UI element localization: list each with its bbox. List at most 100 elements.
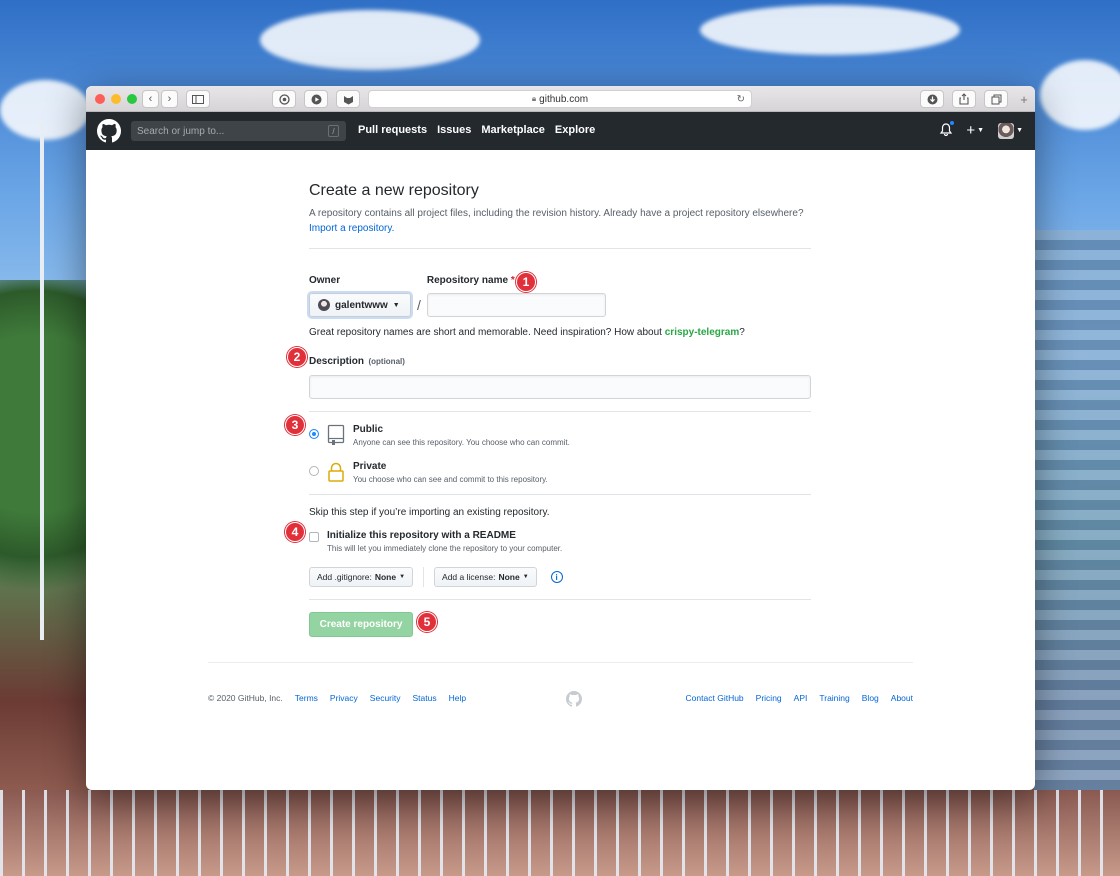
sidebar-icon: [192, 94, 204, 104]
owner-value: galentwww: [335, 299, 388, 311]
github-mark-icon[interactable]: [566, 691, 582, 707]
step-badge-1: 1: [516, 272, 536, 292]
share-button[interactable]: [952, 90, 976, 108]
gitignore-select[interactable]: Add .gitignore: None ▼: [309, 567, 414, 587]
name-suggestion-link[interactable]: crispy-telegram: [665, 327, 739, 338]
footer-link-terms[interactable]: Terms: [295, 693, 318, 703]
media-button[interactable]: [304, 90, 328, 108]
notifications-button[interactable]: [940, 119, 956, 139]
nav-pull-requests[interactable]: Pull requests: [358, 124, 427, 136]
footer-link-pricing[interactable]: Pricing: [756, 693, 782, 703]
shield-icon: [278, 93, 290, 105]
header-nav: Pull requests Issues Marketplace Explore: [358, 124, 595, 136]
global-search-input[interactable]: [131, 121, 346, 141]
gitignore-label: Add .gitignore:: [317, 572, 372, 582]
tabs-overview-button[interactable]: [984, 90, 1008, 108]
hint-text: Great repository names are short and mem…: [309, 327, 662, 338]
page-description: A repository contains all project files,…: [309, 206, 811, 236]
skip-step-text: Skip this step if you’re importing an ex…: [309, 507, 550, 518]
info-icon[interactable]: i: [550, 571, 563, 583]
optional-tag: (optional): [368, 357, 405, 366]
vertical-divider: [423, 567, 425, 587]
footer-link-security[interactable]: Security: [370, 693, 401, 703]
downloads-button[interactable]: [920, 90, 944, 108]
description-input[interactable]: [309, 375, 811, 399]
import-repository-link[interactable]: Import a repository.: [309, 223, 394, 234]
footer-link-blog[interactable]: Blog: [862, 693, 879, 703]
visibility-public-option[interactable]: Public Anyone can see this repository. Y…: [309, 424, 811, 447]
extension-button[interactable]: [336, 90, 360, 108]
lock-icon: 🔒︎: [531, 94, 537, 103]
caret-down-icon: ▼: [977, 127, 985, 134]
caret-down-icon: ▼: [522, 574, 529, 580]
description-label: Description: [309, 356, 365, 367]
close-window-button[interactable]: [95, 94, 105, 104]
github-logo-icon[interactable]: [97, 119, 121, 143]
footer-link-help[interactable]: Help: [449, 693, 466, 703]
back-button[interactable]: ‹: [142, 90, 159, 108]
page-footer: © 2020 GitHub, Inc. Terms Privacy Securi…: [208, 662, 913, 707]
nav-explore[interactable]: Explore: [555, 124, 595, 136]
plus-icon: +: [1020, 91, 1028, 107]
zoom-window-button[interactable]: [127, 94, 137, 104]
download-icon: [927, 94, 937, 104]
play-icon: [311, 94, 321, 104]
private-description: You choose who can see and commit to thi…: [353, 475, 548, 484]
search-shortcut-hint: /: [328, 125, 339, 137]
create-repository-button[interactable]: Create repository: [309, 612, 413, 637]
reload-icon[interactable]: ↻: [737, 94, 745, 105]
create-new-menu[interactable]: + ▼: [966, 122, 984, 139]
forward-button[interactable]: ›: [161, 90, 178, 108]
readme-option[interactable]: Initialize this repository with a README…: [309, 530, 811, 553]
private-title: Private: [353, 461, 387, 472]
private-option-text: Private You choose who can see and commi…: [353, 461, 548, 484]
wallpaper-cloud: [260, 10, 480, 70]
wallpaper-cloud: [700, 5, 960, 55]
wallpaper-cloud: [1040, 60, 1120, 130]
new-repo-form: Create a new repository A repository con…: [309, 182, 811, 637]
footer-link-status[interactable]: Status: [413, 693, 437, 703]
user-menu[interactable]: ▼: [998, 122, 1023, 139]
browser-toolbar: ‹ › 🔒︎ github.com ↻ +: [86, 86, 1035, 112]
address-bar[interactable]: 🔒︎ github.com ↻: [368, 90, 752, 108]
license-select[interactable]: Add a license: None ▼: [434, 567, 537, 587]
required-marker: *: [510, 275, 515, 286]
description-field: Description (optional): [309, 351, 811, 399]
readme-description: This will let you immediately clone the …: [327, 544, 563, 553]
extension-icon: [343, 95, 353, 104]
footer-link-about[interactable]: About: [891, 693, 913, 703]
page-description-text: A repository contains all project files,…: [309, 208, 804, 219]
share-icon: [959, 93, 969, 105]
avatar: [998, 122, 1015, 139]
sidebar-button[interactable]: [186, 90, 210, 108]
footer-right-links: Contact GitHub Pricing API Training Blog…: [686, 693, 913, 703]
wallpaper-buildings: [1034, 230, 1120, 790]
license-label: Add a license:: [442, 572, 496, 582]
footer-link-privacy[interactable]: Privacy: [330, 693, 358, 703]
divider: [309, 411, 811, 412]
readme-label: Initialize this repository with a README: [327, 530, 516, 541]
browser-window: ‹ › 🔒︎ github.com ↻ + Search or jump to.…: [86, 86, 1035, 790]
private-radio[interactable]: [309, 466, 319, 476]
footer-link-contact[interactable]: Contact GitHub: [686, 693, 744, 703]
wallpaper-turbine: [40, 120, 44, 640]
nav-marketplace[interactable]: Marketplace: [481, 124, 545, 136]
divider: [309, 599, 811, 600]
wallpaper-railing: [0, 790, 1120, 876]
owner-dropdown[interactable]: galentwww ▼: [309, 293, 411, 317]
nav-issues[interactable]: Issues: [437, 124, 471, 136]
owner-avatar: [318, 299, 330, 311]
minimize-window-button[interactable]: [111, 94, 121, 104]
address-url: github.com: [539, 93, 589, 105]
repo-name-hint: Great repository names are short and mem…: [309, 327, 811, 338]
visibility-private-option[interactable]: Private You choose who can see and commi…: [309, 461, 811, 484]
privacy-report-button[interactable]: [272, 90, 296, 108]
new-tab-button[interactable]: +: [1016, 90, 1032, 108]
public-radio[interactable]: [309, 429, 319, 439]
repository-name-input[interactable]: [426, 293, 606, 317]
footer-link-api[interactable]: API: [794, 693, 808, 703]
notification-indicator: [949, 119, 956, 126]
readme-checkbox[interactable]: [309, 532, 319, 542]
readme-option-text: Initialize this repository with a README…: [327, 530, 562, 553]
footer-link-training[interactable]: Training: [819, 693, 849, 703]
